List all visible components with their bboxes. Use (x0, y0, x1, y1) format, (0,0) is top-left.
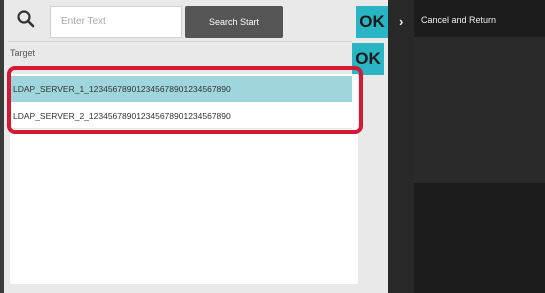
header-divider (8, 41, 352, 42)
highlight-frame (7, 66, 363, 134)
search-start-button[interactable]: Search Start (185, 6, 283, 38)
side-panel-content (414, 37, 545, 183)
cancel-and-return-button[interactable]: Cancel and Return (421, 15, 496, 25)
side-panel-strip (388, 0, 414, 293)
main-panel: Enter Text Search Start OK Target OK LDA… (4, 0, 388, 293)
ok-button-top[interactable]: OK (356, 6, 388, 38)
chevron-right-icon[interactable]: › (399, 14, 403, 29)
search-icon[interactable] (14, 7, 38, 31)
search-input[interactable]: Enter Text (50, 6, 182, 38)
target-label: Target (10, 48, 36, 58)
